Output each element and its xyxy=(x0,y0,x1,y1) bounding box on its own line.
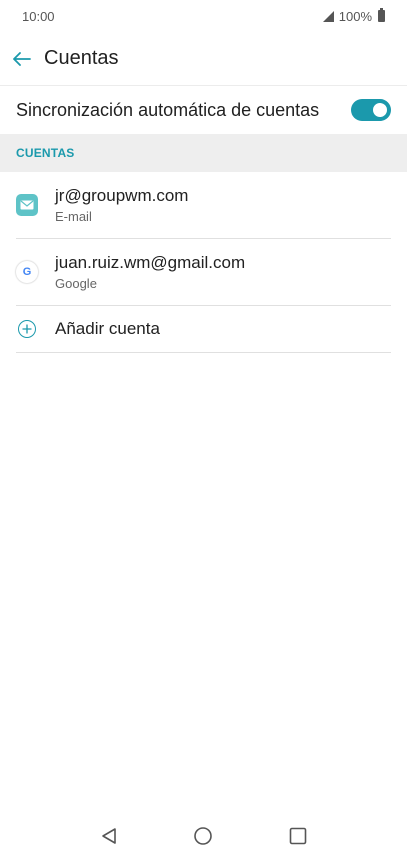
signal-icon xyxy=(322,10,334,22)
nav-back-button[interactable] xyxy=(89,816,129,856)
auto-sync-toggle[interactable] xyxy=(351,99,391,121)
email-icon xyxy=(16,194,38,216)
account-item-email[interactable]: jr@groupwm.com E-mail xyxy=(16,172,391,239)
page-title: Cuentas xyxy=(44,47,119,69)
account-text: juan.ruiz.wm@gmail.com Google xyxy=(55,253,245,291)
battery-percent: 100% xyxy=(338,8,372,24)
plus-icon xyxy=(18,320,36,338)
status-bar: 10:00 100% xyxy=(0,0,407,32)
google-icon: G xyxy=(16,261,38,283)
auto-sync-label: Sincronización automática de cuentas xyxy=(16,99,320,120)
email-account-icon-wrap xyxy=(16,194,38,216)
status-time: 10:00 xyxy=(22,8,55,24)
account-name: juan.ruiz.wm@gmail.com xyxy=(55,253,246,272)
add-account-button[interactable]: Añadir cuenta xyxy=(16,306,391,353)
add-icon-wrap xyxy=(16,318,38,340)
nav-home-button[interactable] xyxy=(183,816,223,856)
add-account-label: Añadir cuenta xyxy=(55,319,160,338)
back-button[interactable] xyxy=(0,37,44,81)
back-triangle-icon xyxy=(102,828,116,844)
arrow-left-icon xyxy=(13,51,31,66)
account-text: jr@groupwm.com E-mail xyxy=(55,186,188,224)
home-circle-icon xyxy=(194,827,213,845)
app-bar: Cuentas xyxy=(0,32,407,86)
account-item-google[interactable]: G juan.ruiz.wm@gmail.com Google xyxy=(16,239,391,306)
battery-icon xyxy=(378,8,385,22)
toggle-knob xyxy=(371,101,389,119)
account-type: Google xyxy=(55,276,97,291)
account-name: jr@groupwm.com xyxy=(55,186,189,205)
system-nav-bar xyxy=(0,812,407,860)
recents-square-icon xyxy=(289,827,307,845)
google-account-icon-wrap: G xyxy=(16,261,38,283)
section-header-accounts: CUENTAS xyxy=(0,134,407,172)
nav-recents-button[interactable] xyxy=(278,816,318,856)
account-type: E-mail xyxy=(55,209,92,224)
accounts-list: jr@groupwm.com E-mail G juan.ruiz.wm@gma… xyxy=(16,172,391,353)
status-indicators: 100% xyxy=(322,8,385,24)
auto-sync-row[interactable]: Sincronización automática de cuentas xyxy=(0,86,407,134)
